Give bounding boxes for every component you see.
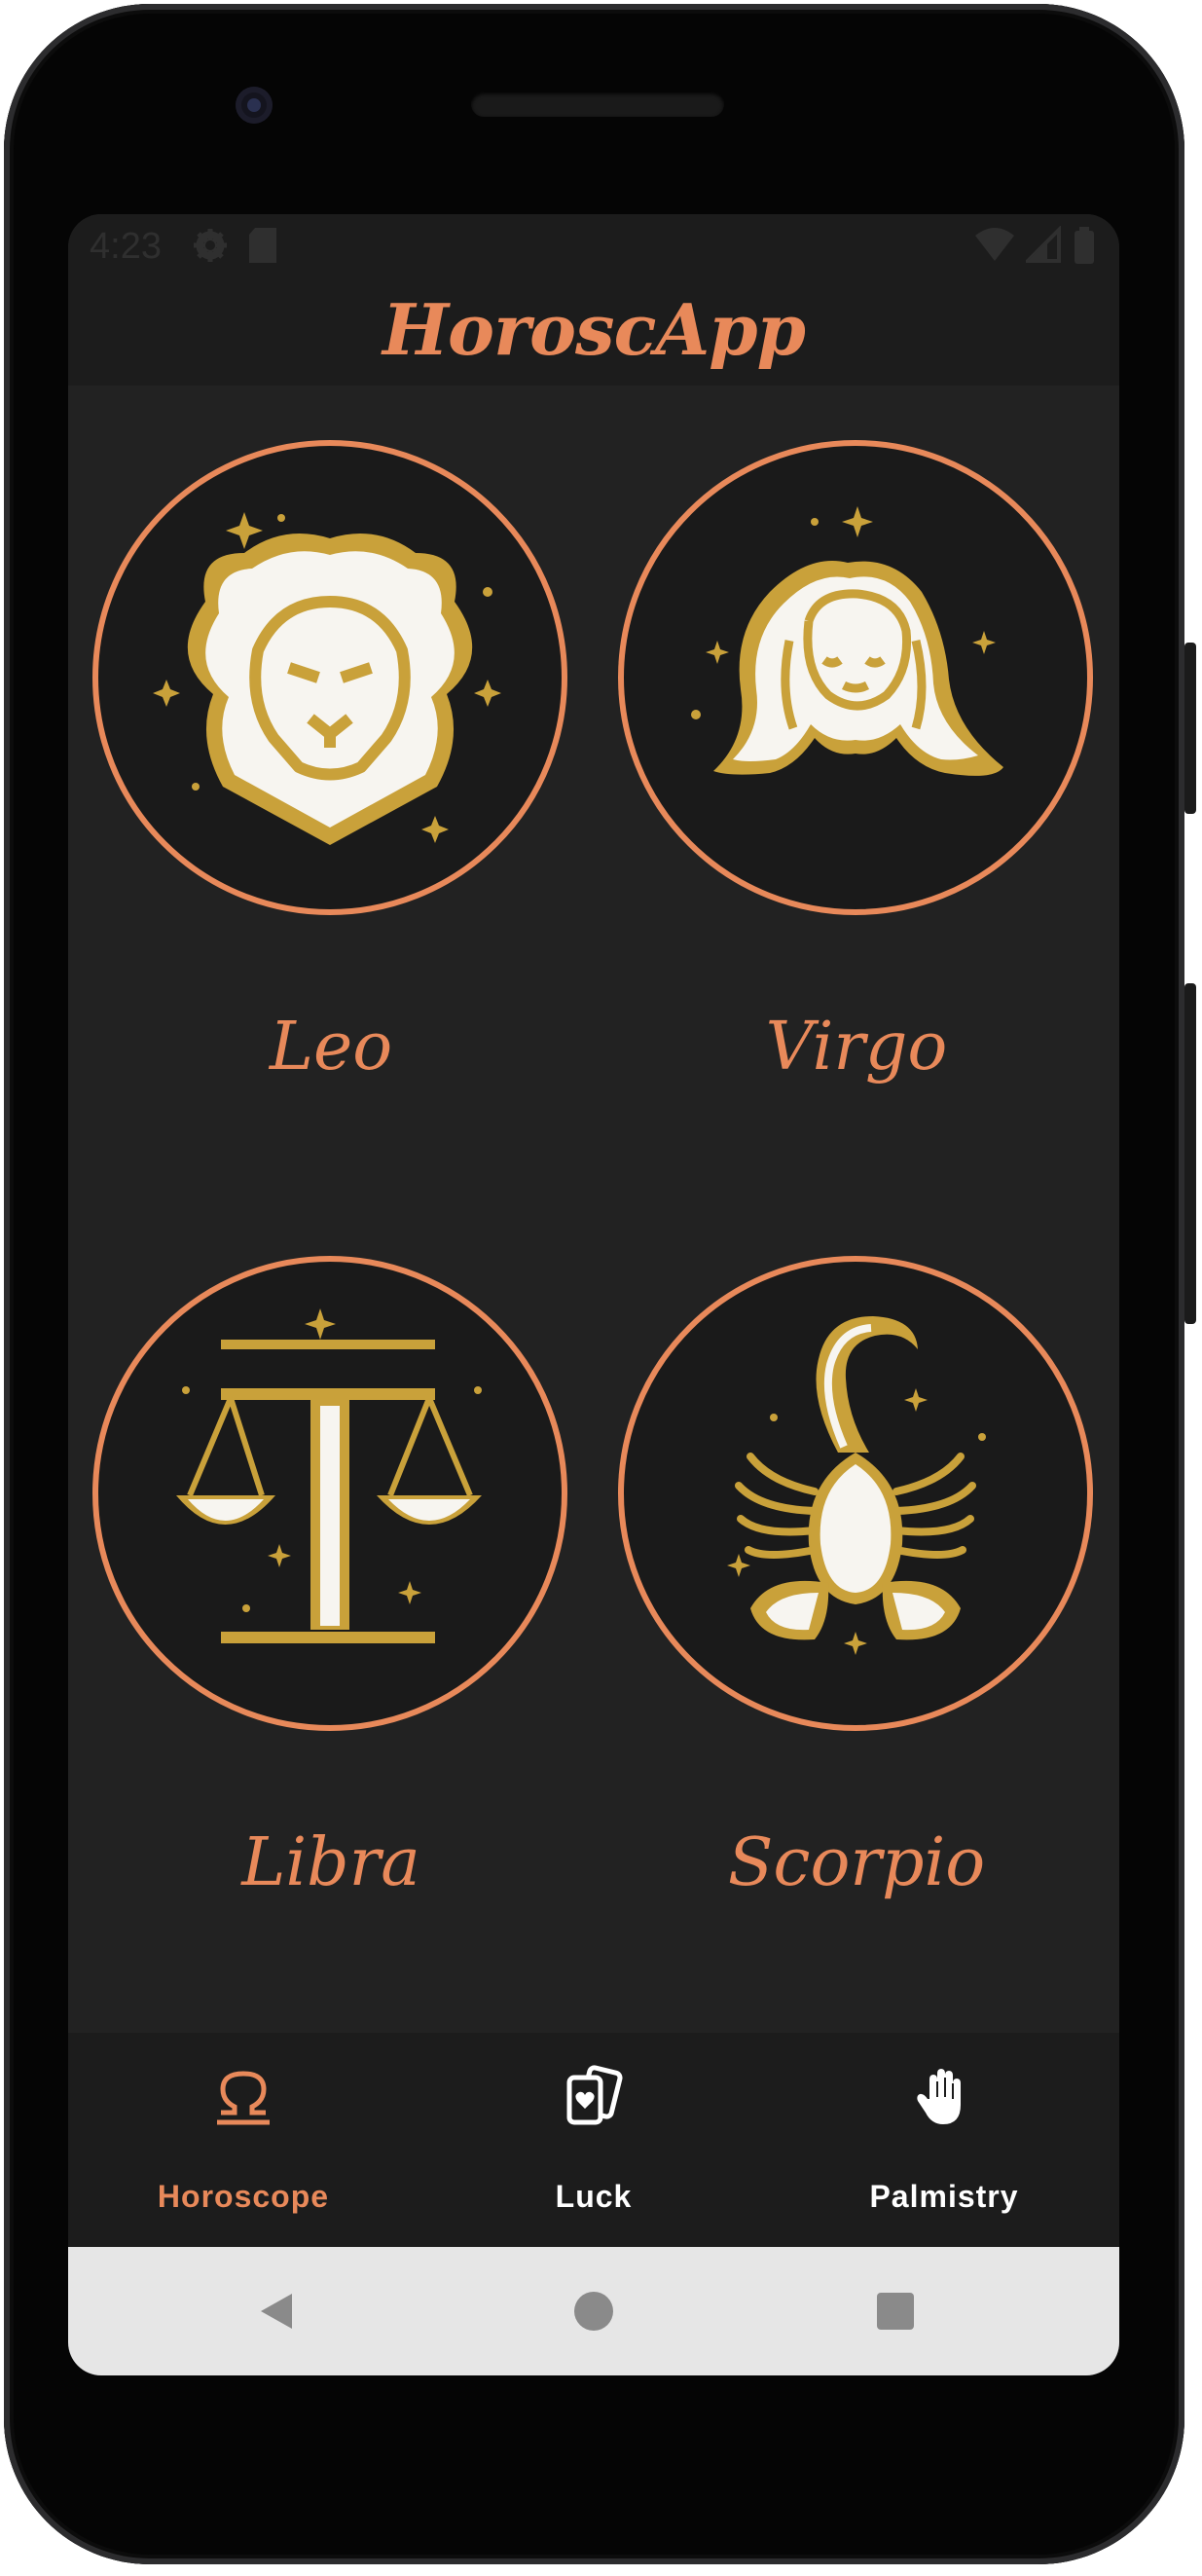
cards-icon bbox=[566, 2065, 623, 2125]
sd-card-icon bbox=[249, 228, 276, 263]
sign-name: Virgo bbox=[765, 1009, 948, 1086]
hand-icon bbox=[917, 2069, 961, 2124]
nav-label: Horoscope bbox=[157, 2179, 330, 2214]
app-title: HoroscApp bbox=[382, 288, 806, 371]
virgo-maiden-icon bbox=[691, 506, 1003, 776]
omega-icon bbox=[217, 2071, 270, 2125]
sign-name: Leo bbox=[269, 1009, 393, 1086]
sign-name: Libra bbox=[241, 1824, 420, 1901]
sign-card-virgo[interactable]: Virgo bbox=[594, 386, 1119, 1201]
nav-item-palmistry[interactable]: Palmistry bbox=[769, 2033, 1119, 2247]
recents-icon[interactable] bbox=[866, 2282, 925, 2340]
status-time: 4:23 bbox=[90, 226, 162, 267]
front-camera bbox=[236, 87, 273, 124]
screen: 4:23 HoroscApp Leo Virgo Libra Scorpio H… bbox=[68, 214, 1119, 2375]
status-bar: 4:23 bbox=[68, 214, 1119, 278]
earpiece-speaker bbox=[471, 92, 724, 117]
zodiac-grid: Leo Virgo Libra Scorpio bbox=[68, 386, 1119, 2247]
sign-card-libra[interactable]: Libra bbox=[68, 1201, 594, 2017]
wifi-icon bbox=[975, 228, 1014, 261]
app-bar: HoroscApp bbox=[68, 278, 1119, 386]
scorpio-scorpion-icon bbox=[727, 1316, 986, 1655]
power-button bbox=[1184, 983, 1196, 1324]
sign-circle bbox=[92, 1256, 567, 1731]
sign-name: Scorpio bbox=[727, 1824, 986, 1901]
volume-button bbox=[1184, 643, 1196, 814]
battery-icon bbox=[1075, 227, 1094, 264]
nav-label: Luck bbox=[555, 2179, 633, 2214]
home-icon[interactable] bbox=[565, 2282, 623, 2340]
leo-lion-icon bbox=[153, 512, 501, 845]
bottom-navigation: Horoscope Luck Palmistry bbox=[68, 2033, 1119, 2247]
sign-circle bbox=[92, 440, 567, 915]
back-icon[interactable] bbox=[249, 2282, 308, 2340]
sign-card-scorpio[interactable]: Scorpio bbox=[594, 1201, 1119, 2017]
settings-gear-icon bbox=[194, 229, 227, 262]
system-navigation-bar bbox=[68, 2247, 1119, 2375]
nav-item-luck[interactable]: Luck bbox=[419, 2033, 769, 2247]
sign-circle bbox=[618, 1256, 1093, 1731]
nav-label: Palmistry bbox=[869, 2179, 1019, 2214]
sign-card-leo[interactable]: Leo bbox=[68, 386, 594, 1201]
cellular-signal-icon bbox=[1026, 226, 1061, 263]
sign-circle bbox=[618, 440, 1093, 915]
nav-item-horoscope[interactable]: Horoscope bbox=[68, 2033, 419, 2247]
libra-scales-icon bbox=[176, 1308, 482, 1643]
